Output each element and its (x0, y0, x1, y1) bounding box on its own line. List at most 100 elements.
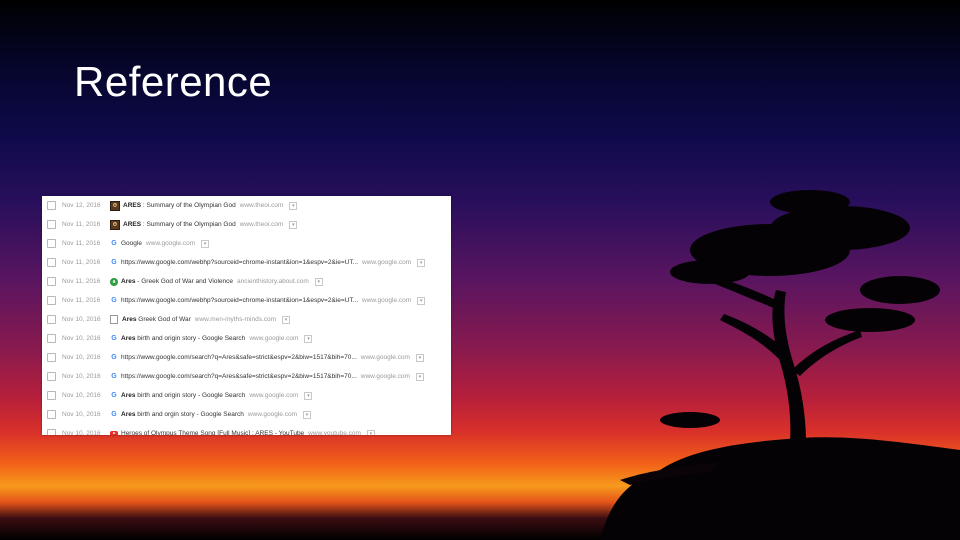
row-checkbox[interactable] (47, 334, 56, 343)
row-title-link[interactable]: https://www.google.com/search?q=Ares&saf… (121, 373, 357, 380)
row-checkbox[interactable] (47, 429, 56, 435)
row-menu-icon[interactable]: ▾ (314, 277, 323, 286)
row-title-text: birth and origin story - Google Search (135, 335, 246, 342)
history-row[interactable]: Nov 11, 2016 Θ ARES : Summary of the Olymp… (42, 215, 451, 234)
row-menu-icon[interactable]: ▾ (366, 429, 375, 435)
google-favicon-icon: G (111, 334, 117, 342)
row-domain: www.google.com (362, 297, 412, 304)
google-favicon-icon: G (111, 296, 117, 304)
row-title-link[interactable]: https://www.google.com/webhp?sourceid=ch… (121, 297, 358, 304)
row-date: Nov 11, 2016 (62, 259, 101, 266)
row-title-text: https://www.google.com/webhp?sourceid=ch… (121, 297, 359, 304)
row-checkbox[interactable] (47, 296, 56, 305)
row-checkbox[interactable] (47, 410, 56, 419)
row-title-text: : Summary of the Olympian God (141, 221, 236, 228)
row-title-link[interactable]: Ares Greek God of War (122, 316, 191, 323)
row-title-text: https://www.google.com/webhp?sourceid=ch… (121, 259, 359, 266)
row-domain: www.google.com (360, 373, 410, 380)
row-menu-icon[interactable]: ▾ (289, 201, 298, 210)
history-row[interactable]: Nov 11, 2016 Ghttps://www.google.com/webh… (42, 253, 451, 272)
row-title-link[interactable]: ARES : Summary of the Olympian God (123, 202, 236, 209)
history-row[interactable]: Nov 10, 2016 Ares Greek God of War www.men… (42, 310, 451, 329)
row-title-bold: ARES (123, 221, 142, 228)
history-row[interactable]: Nov 11, 2016 a Ares - Greek God of War and… (42, 272, 451, 291)
row-date: Nov 10, 2016 (62, 392, 101, 399)
row-menu-icon[interactable]: ▾ (417, 258, 426, 267)
row-title-text: Google (121, 240, 142, 247)
row-date: Nov 10, 2016 (62, 316, 101, 323)
row-domain: www.men-myths-minds.com (194, 316, 277, 323)
row-menu-icon[interactable]: ▾ (415, 353, 424, 362)
row-checkbox[interactable] (47, 239, 56, 248)
row-date: Nov 11, 2016 (62, 240, 101, 247)
row-menu-icon[interactable]: ▾ (304, 391, 313, 400)
history-row[interactable]: Nov 10, 2016 G Ares birth and orgin story … (42, 405, 451, 424)
row-menu-icon[interactable]: ▾ (289, 220, 298, 229)
history-row[interactable]: Nov 11, 2016 G Google www.google.com ▾ (42, 234, 451, 253)
history-row[interactable]: Nov 10, 2016 Ghttps://www.google.com/sear… (42, 348, 451, 367)
history-row[interactable]: Nov 11, 2016 Ghttps://www.google.com/webh… (42, 291, 451, 310)
row-title-link[interactable]: https://www.google.com/webhp?sourceid=ch… (121, 259, 358, 266)
row-checkbox[interactable] (47, 277, 56, 286)
row-checkbox[interactable] (47, 372, 56, 381)
row-title-bold: Ares (121, 335, 136, 342)
row-domain: www.google.com (249, 392, 299, 399)
row-title-text: Greek God of War (136, 316, 191, 323)
row-domain: www.google.com (249, 335, 299, 342)
history-row[interactable]: Nov 10, 2016 Heroes of Olympus Theme Song… (42, 424, 451, 435)
google-favicon-icon: G (111, 372, 117, 380)
row-title-bold: Ares (121, 392, 136, 399)
row-checkbox[interactable] (47, 258, 56, 267)
row-title-link[interactable]: Ares birth and orgin story - Google Sear… (121, 411, 244, 418)
row-title-text: https://www.google.com/search?q=Ares&saf… (121, 354, 357, 361)
row-title-bold: Ares (121, 278, 136, 285)
row-domain: ancienthistory.about.com (237, 278, 309, 285)
history-row[interactable]: Nov 10, 2016 G Ares birth and origin story… (42, 386, 451, 405)
row-checkbox[interactable] (47, 201, 56, 210)
row-checkbox[interactable] (47, 353, 56, 362)
row-date: Nov 12, 2016 (62, 202, 101, 209)
row-date: Nov 10, 2016 (62, 373, 101, 380)
row-menu-icon[interactable]: ▾ (415, 372, 424, 381)
row-title-link[interactable]: Ares birth and origin story - Google Sea… (121, 392, 245, 399)
row-date: Nov 10, 2016 (62, 354, 101, 361)
row-title-text: https://www.google.com/search?q=Ares&saf… (121, 373, 357, 380)
row-menu-icon[interactable]: ▾ (201, 239, 210, 248)
row-title-bold: Ares (122, 316, 137, 323)
row-menu-icon[interactable]: ▾ (282, 315, 291, 324)
history-row[interactable]: Nov 12, 2016 Θ ARES : Summary of the Olymp… (42, 196, 451, 215)
google-favicon-icon: G (111, 410, 117, 418)
tree-silhouette (600, 190, 960, 540)
row-checkbox[interactable] (47, 315, 56, 324)
row-title-link[interactable]: https://www.google.com/search?q=Ares&saf… (121, 354, 357, 361)
page-favicon-icon (110, 315, 118, 324)
row-title-bold: ARES (123, 202, 142, 209)
row-title-text: : Summary of the Olympian God (141, 202, 236, 209)
row-date: Nov 10, 2016 (62, 335, 101, 342)
theoi-favicon-icon: Θ (110, 200, 120, 211)
history-row[interactable]: Nov 10, 2016 Ghttps://www.google.com/sear… (42, 367, 451, 386)
history-row[interactable]: Nov 10, 2016 G Ares birth and origin story… (42, 329, 451, 348)
row-domain: www.theoi.com (239, 221, 284, 228)
row-menu-icon[interactable]: ▾ (304, 334, 313, 343)
row-title-text: Heroes of Olympus Theme Song [Full Music… (121, 430, 305, 435)
row-title-link[interactable]: Ares - Greek God of War and Violence (121, 278, 233, 285)
row-title-link[interactable]: Ares birth and origin story - Google Sea… (121, 335, 245, 342)
row-domain: www.google.com (145, 240, 196, 247)
theoi-favicon-icon: Θ (110, 219, 120, 230)
row-date: Nov 10, 2016 (62, 430, 101, 435)
row-title-link[interactable]: ARES : Summary of the Olympian God (123, 221, 236, 228)
row-title-link[interactable]: Heroes of Olympus Theme Song [Full Music… (121, 430, 304, 435)
slide-title: Reference (74, 58, 273, 105)
google-favicon-icon: G (111, 353, 117, 361)
row-title-text: - Greek God of War and Violence (135, 278, 234, 285)
row-domain: www.theoi.com (239, 202, 284, 209)
row-checkbox[interactable] (47, 220, 56, 229)
row-title-link[interactable]: Google (121, 240, 142, 247)
row-title-bold: Ares (121, 411, 136, 418)
row-menu-icon[interactable]: ▾ (303, 410, 311, 419)
row-menu-icon[interactable]: ▾ (417, 296, 426, 305)
row-domain: www.youtube.com (308, 430, 361, 435)
row-checkbox[interactable] (47, 391, 56, 400)
row-date: Nov 11, 2016 (62, 221, 101, 228)
